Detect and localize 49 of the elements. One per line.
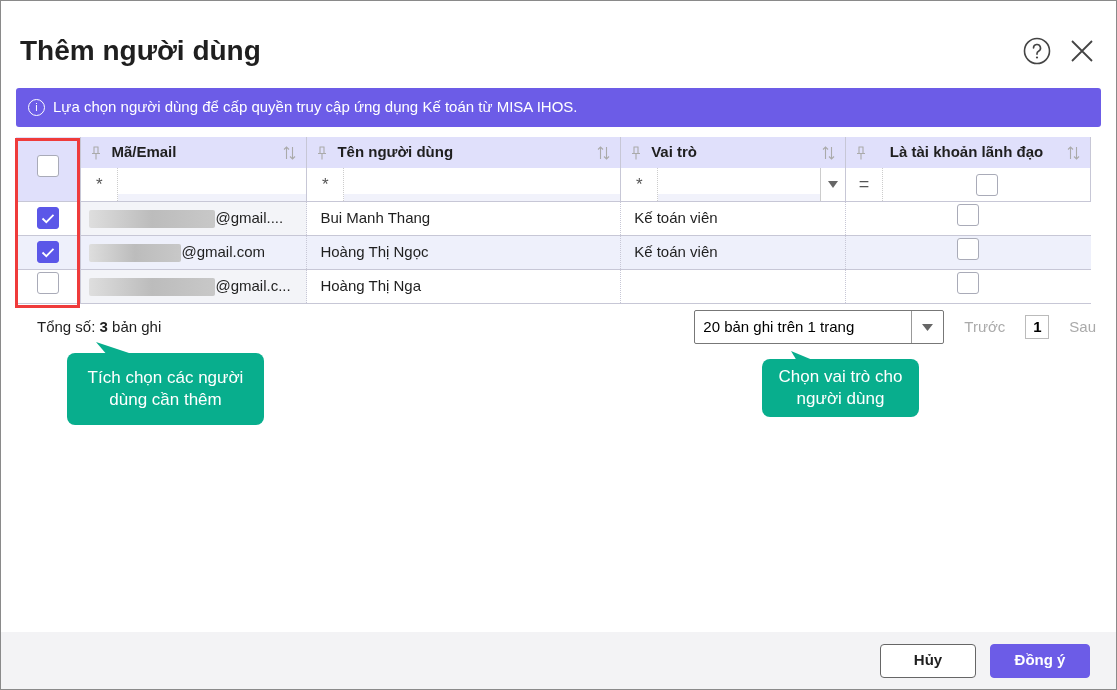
sort-icon[interactable] [1067,145,1080,160]
sort-icon[interactable] [822,145,835,160]
caret-icon [922,323,934,331]
pin-icon [856,145,866,160]
cancel-button[interactable]: Hủy [880,643,976,678]
sort-icon[interactable] [283,145,297,160]
filter-checkbox[interactable] [975,173,998,196]
confirm-button[interactable]: Đồng ý [990,643,1090,678]
checkbox[interactable] [957,238,980,261]
column-header[interactable]: Là tài khoản lãnh đạo [876,141,1057,164]
check-icon [41,212,56,224]
total-count: Tổng số: 3 bản ghi [37,316,162,337]
pin-icon [91,145,102,160]
table-cell-text: @gmail.com [181,242,265,263]
filter-operator[interactable]: * [307,168,345,201]
checkbox[interactable] [37,241,60,263]
checkbox[interactable] [37,272,60,295]
filter-operator[interactable]: * [621,168,659,201]
close-icon[interactable] [1071,40,1093,62]
table-cell: Hoàng Thị Nga [320,277,422,295]
table-cell: Hoàng Thị Ngọc [320,243,429,261]
checkbox[interactable] [37,207,60,229]
caret-icon [828,181,838,188]
page-size-select[interactable]: 20 bản ghi trên 1 trang [694,310,945,344]
pin-icon [317,145,328,160]
sort-icon[interactable] [597,145,611,160]
checkbox[interactable] [37,154,60,177]
table-row[interactable]: @gmail.com Hoàng Thị Ngọc Kế toán viên [16,235,1091,270]
table-cell: Bui Manh Thang [320,209,431,227]
dialog-title: Thêm người dùng [20,34,261,68]
column-header[interactable]: Tên người dùng [337,141,588,164]
page-number-button[interactable]: 1 [1025,315,1050,339]
table-row[interactable]: @gmail.c... Hoàng Thị Nga [16,269,1091,304]
info-text: Lựa chọn người dùng để cấp quyền truy cập ứng dụng Kế toán từ MISA IHOS. [53,97,578,118]
filter-operator[interactable]: * [81,168,119,201]
callout: Chọn vai trò cho người dùng [762,359,919,417]
pin-icon [631,145,642,160]
table-row[interactable]: @gmail.... Bui Manh Thang Kế toán viên [16,201,1091,236]
table-cell-text: @gmail.... [215,208,284,229]
checkbox[interactable] [957,204,980,227]
help-icon[interactable] [1023,37,1051,65]
table-cell: Kế toán viên [634,209,718,227]
table-cell: Kế toán viên [634,243,718,261]
checkbox[interactable] [957,272,980,295]
check-icon [41,246,56,258]
column-header[interactable]: Vai trò [651,141,812,164]
table-cell-text: @gmail.c... [215,276,291,297]
filter-operator[interactable]: = [846,168,883,201]
column-header[interactable]: Mã/Email [111,141,274,164]
